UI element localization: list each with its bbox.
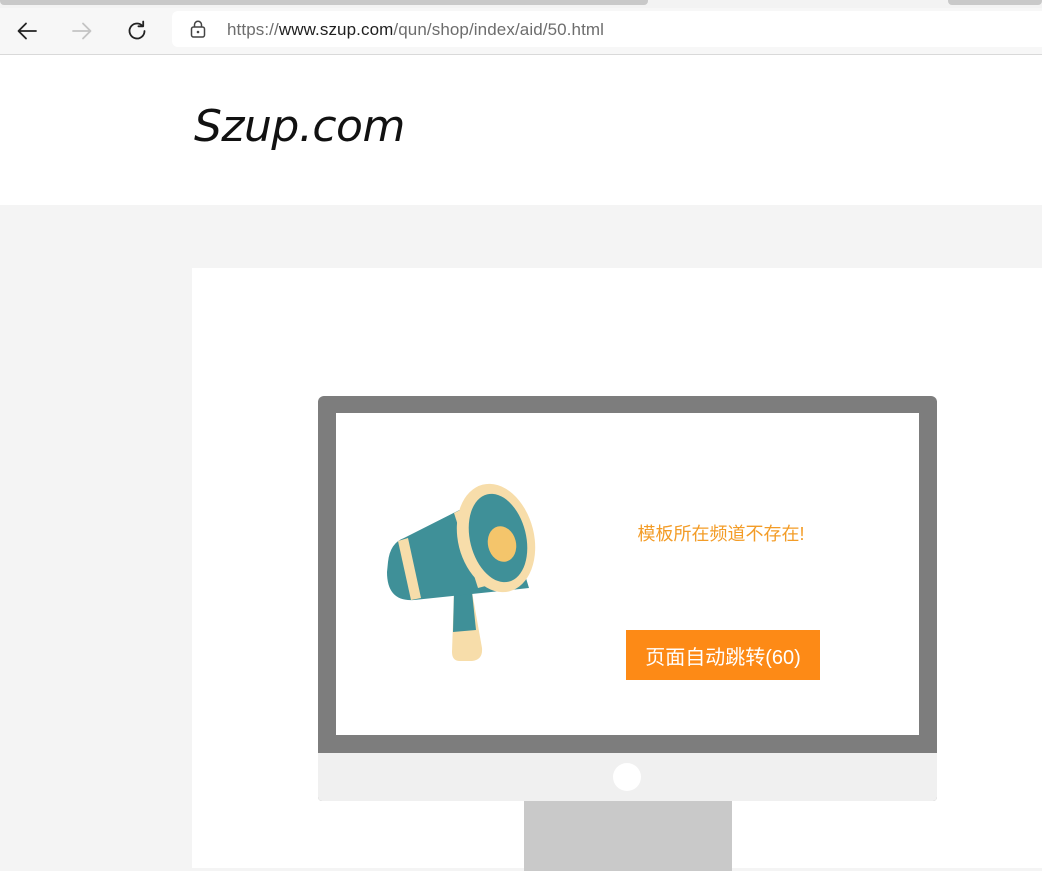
back-button[interactable] [10, 14, 44, 48]
url-text[interactable]: https://www.szup.com/qun/shop/index/aid/… [227, 20, 604, 40]
monitor-chin [318, 753, 937, 801]
power-button-icon [613, 763, 641, 791]
url-path: /qun/shop/index/aid/50.html [393, 20, 605, 39]
redirect-button[interactable]: 页面自动跳转(60) [626, 630, 820, 680]
megaphone-icon [387, 483, 536, 661]
reload-button[interactable] [120, 14, 154, 48]
forward-button[interactable] [65, 14, 99, 48]
monitor-illustration: 模板所在频道不存在! 页面自动跳转(60) [318, 396, 937, 801]
browser-toolbar: https://www.szup.com/qun/shop/index/aid/… [0, 8, 1042, 55]
refresh-icon [128, 20, 146, 40]
lock-icon[interactable] [190, 20, 206, 38]
url-prefix: https:// [227, 20, 279, 39]
monitor-stand [524, 801, 732, 871]
error-card: 模板所在频道不存在! 页面自动跳转(60) [192, 268, 1042, 871]
arrow-left-icon [17, 22, 37, 40]
tab-strip [0, 0, 1042, 8]
site-header: Szup.com [0, 55, 1042, 205]
url-host: www.szup.com [278, 20, 394, 39]
error-message: 模板所在频道不存在! [637, 524, 805, 544]
tab-edge-right[interactable] [948, 0, 1042, 5]
tab-edge-left[interactable] [0, 0, 648, 5]
monitor-screen: 模板所在频道不存在! 页面自动跳转(60) [336, 413, 919, 735]
address-bar[interactable]: https://www.szup.com/qun/shop/index/aid/… [172, 11, 1042, 47]
arrow-right-icon [72, 22, 92, 40]
site-logo[interactable]: Szup.com [194, 101, 405, 152]
